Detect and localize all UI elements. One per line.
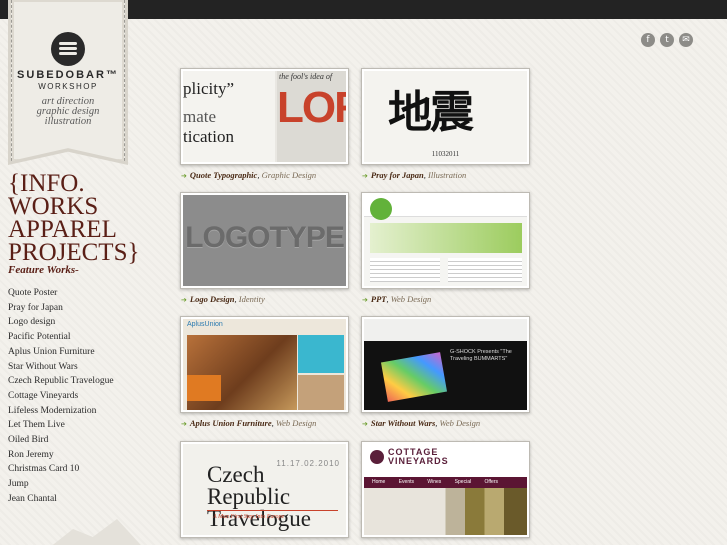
thumbnail-cottage-vineyards: COTTAGE VINEYARDS Home Events Wines Speci… — [364, 444, 527, 535]
work-card-ppt[interactable] — [361, 192, 530, 289]
thumbnail-logotype: LOGOTYPE — [183, 195, 346, 286]
caption-category: Web Design — [439, 418, 481, 428]
caption-category: Identity — [238, 294, 265, 304]
arrow-icon: ➔ — [362, 296, 368, 304]
tagline-illustration: illustration — [44, 116, 92, 127]
nav-item-projects[interactable]: PROJECTS} — [8, 240, 148, 265]
brand-subtitle: WORKSHOP — [38, 82, 98, 91]
work-card-logo-design[interactable]: LOGOTYPE — [180, 192, 349, 289]
work-card-cottage-vineyards[interactable]: COTTAGE VINEYARDS Home Events Wines Speci… — [361, 441, 530, 538]
thumb-text: plicity” — [183, 79, 234, 98]
thumb-subtitle: A Man First Step Into Europe — [213, 514, 285, 520]
thumb-text: G-SHOCK Presents "The Traveling BUMMARTS… — [450, 349, 512, 362]
mountain-decoration — [40, 519, 150, 545]
thumbnail-aplus-union: AplusUnion — [183, 319, 346, 410]
work-link-lifeless-modernization[interactable]: Lifeless Modernization — [8, 404, 114, 419]
arrow-icon: ➔ — [181, 172, 187, 180]
work-link-aplus-union[interactable]: Aplus Union Furniture — [8, 345, 114, 360]
work-link-cottage-vineyards[interactable]: Cottage Vineyards — [8, 389, 114, 404]
thumb-text: LORY — [277, 83, 346, 132]
caption-title: Aplus Union Furniture — [189, 418, 272, 428]
work-link-pray-for-japan[interactable]: Pray for Japan — [8, 301, 114, 316]
nav-item-apparel[interactable]: APPAREL — [8, 217, 148, 242]
work-card-aplus-union[interactable]: AplusUnion — [180, 316, 349, 413]
thumb-logo: AplusUnion — [187, 321, 223, 328]
caption-pray-for-japan[interactable]: ➔ Pray for Japan, Illustration — [362, 170, 466, 180]
arrow-icon: ➔ — [181, 296, 187, 304]
thumb-text: mate — [183, 107, 217, 126]
caption-aplus-union[interactable]: ➔ Aplus Union Furniture, Web Design — [181, 418, 316, 428]
caption-title: Pray for Japan — [370, 170, 424, 180]
thumb-brand: COTTAGE VINEYARDS — [388, 448, 449, 466]
caption-logo-design[interactable]: ➔ Logo Design, Identity — [181, 294, 265, 304]
thumb-text: tication — [183, 127, 234, 146]
caption-title: Logo Design — [189, 294, 235, 304]
thumb-text: the fool's idea of — [279, 72, 333, 81]
brand-taglines: art direction graphic design illustratio… — [15, 96, 121, 127]
work-link-let-them-live[interactable]: Let Them Live — [8, 418, 114, 433]
caption-category: Web Design — [275, 418, 317, 428]
work-link-jump[interactable]: Jump — [8, 477, 114, 492]
caption-category: Web Design — [390, 294, 432, 304]
logo-icon[interactable] — [51, 32, 85, 66]
thumb-heading: Czech Republic Travelogue — [207, 462, 311, 531]
thumbnail-quote-poster: plicity” mate tication the fool's idea o… — [183, 71, 346, 162]
caption-title: Star Without Wars — [370, 418, 436, 428]
work-link-logo-design[interactable]: Logo design — [8, 315, 114, 330]
feature-works-list: Quote Poster Pray for Japan Logo design … — [8, 286, 114, 507]
thumb-kanji: 地震 — [388, 87, 474, 138]
thumbnail-pacific-potential — [364, 195, 527, 286]
thumbnail-pray-for-japan: 地震 11032011 — [364, 71, 527, 162]
main-nav: {INFO. WORKS APPAREL PROJECTS} — [8, 171, 148, 265]
caption-ppt[interactable]: ➔ PPT, Web Design — [362, 294, 431, 304]
arrow-icon: ➔ — [362, 420, 368, 428]
brand-name: SUBEDOBAR™ — [17, 69, 119, 81]
caption-star-without-wars[interactable]: ➔ Star Without Wars, Web Design — [362, 418, 480, 428]
thumbnail-star-without-wars: G-SHOCK Presents "The Traveling BUMMARTS… — [364, 319, 527, 410]
caption-quote-typographic[interactable]: ➔ Quote Typographic, Graphic Design — [181, 170, 316, 180]
arrow-icon: ➔ — [362, 172, 368, 180]
thumb-date: 11032011 — [431, 150, 460, 158]
caption-category: Illustration — [428, 170, 467, 180]
work-link-star-without-wars[interactable]: Star Without Wars — [8, 360, 114, 375]
work-link-ron-jeremy[interactable]: Ron Jeremy — [8, 448, 114, 463]
caption-title: Quote Typographic — [189, 170, 258, 180]
work-link-oiled-bird[interactable]: Oiled Bird — [8, 433, 114, 448]
arrow-icon: ➔ — [181, 420, 187, 428]
caption-title: PPT — [370, 294, 387, 304]
thumb-brand-line: VINEYARDS — [388, 456, 449, 466]
twitter-icon[interactable]: t — [660, 33, 674, 47]
thumb-text: LOGOTYPE — [185, 221, 345, 254]
email-icon[interactable]: ✉ — [679, 33, 693, 47]
thumb-menu: Home Events Wines Special Offers — [364, 477, 527, 488]
feature-works-heading: Feature Works- — [8, 264, 79, 276]
work-link-pacific-potential[interactable]: Pacific Potential — [8, 330, 114, 345]
social-links: f t ✉ — [641, 33, 694, 51]
nav-item-works[interactable]: WORKS — [8, 194, 148, 219]
work-link-quote-poster[interactable]: Quote Poster — [8, 286, 114, 301]
work-link-jean-chantal[interactable]: Jean Chantal — [8, 492, 114, 507]
work-link-czech-republic[interactable]: Czech Republic Travelogue — [8, 374, 114, 389]
work-card-czech-republic[interactable]: 11.17.02.2010 Czech Republic Travelogue … — [180, 441, 349, 538]
nav-item-info[interactable]: {INFO. — [8, 171, 148, 196]
work-card-quote-typographic[interactable]: plicity” mate tication the fool's idea o… — [180, 68, 349, 165]
work-card-star-without-wars[interactable]: G-SHOCK Presents "The Traveling BUMMARTS… — [361, 316, 530, 413]
work-card-pray-for-japan[interactable]: 地震 11032011 — [361, 68, 530, 165]
caption-category: Graphic Design — [261, 170, 317, 180]
work-link-christmas-card[interactable]: Christmas Card 10 — [8, 462, 114, 477]
facebook-icon[interactable]: f — [641, 33, 655, 47]
thumbnail-czech-republic: 11.17.02.2010 Czech Republic Travelogue … — [183, 444, 346, 535]
